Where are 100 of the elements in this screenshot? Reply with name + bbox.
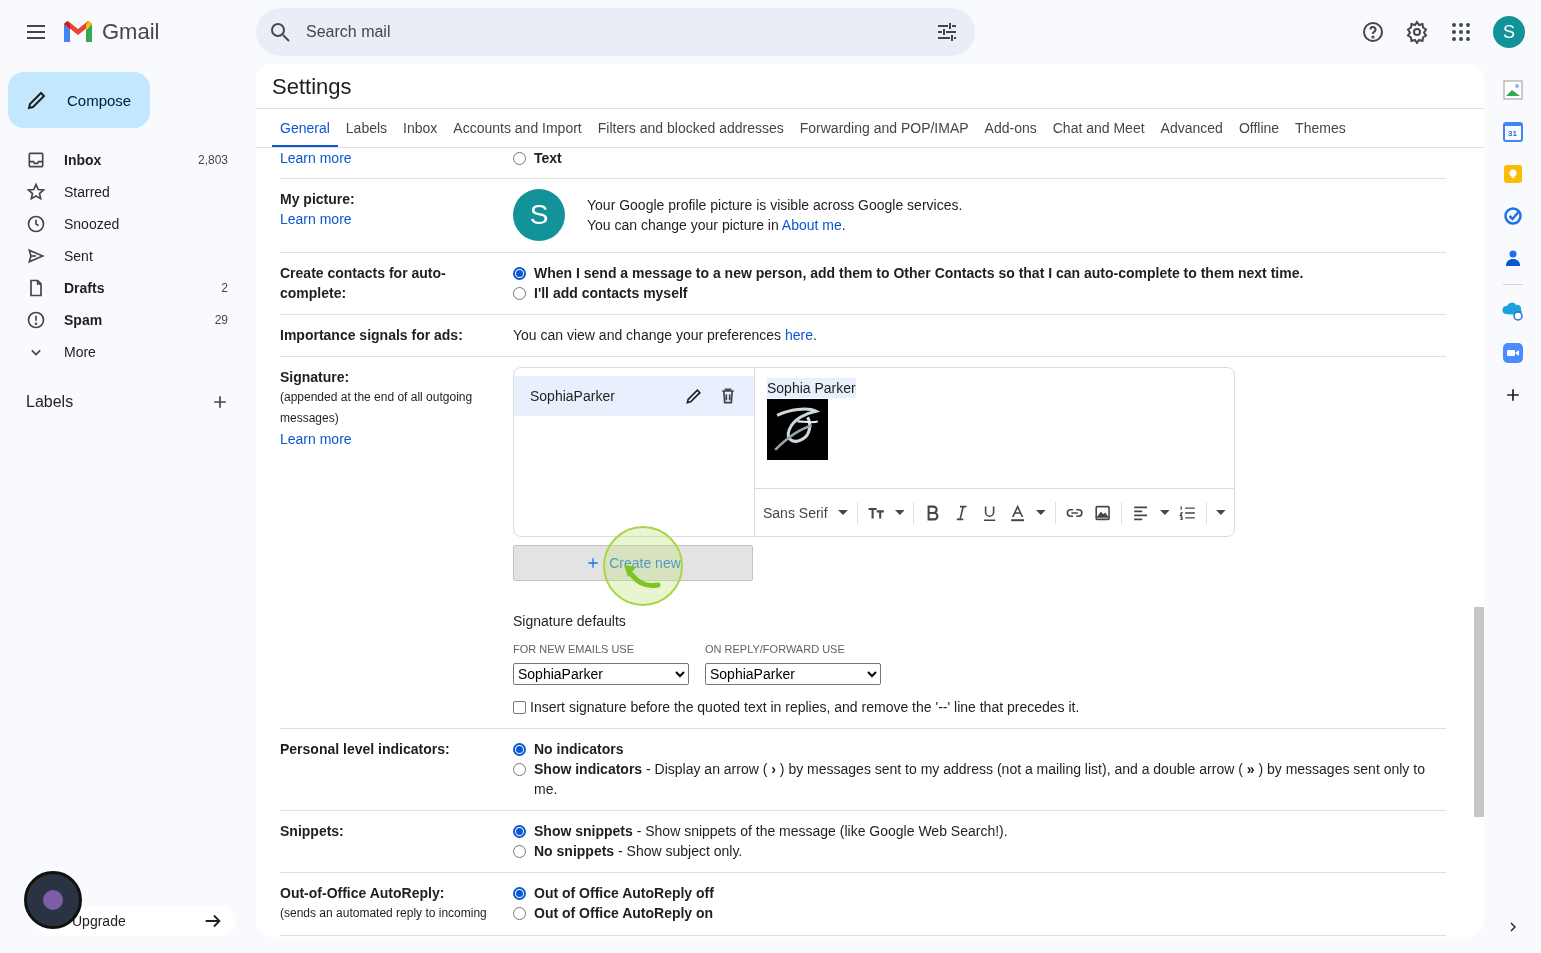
cloud-icon[interactable] [1501,301,1524,321]
help-icon[interactable] [1361,20,1385,44]
settings-tab[interactable]: Inbox [395,109,446,147]
radio-button[interactable] [513,845,526,858]
send-icon [26,246,46,266]
radio-button[interactable] [513,825,526,838]
video-camera-icon[interactable] [1502,343,1523,363]
calendar-icon[interactable]: 31 [1502,122,1523,142]
profile-avatar[interactable]: S [513,189,565,241]
labels-heading: Labels [26,393,74,411]
folder-count: 2 [221,281,228,295]
option-text: No snippets - Show subject only. [534,842,743,861]
folder-item[interactable]: Spam 29 [0,304,256,336]
signature-dropdown[interactable]: SophiaParker [705,663,881,685]
envelope-m-icon[interactable] [62,20,94,44]
pencil-icon[interactable] [684,386,704,406]
checkmark-circle-icon[interactable] [1502,206,1523,226]
option-text: Out of Office AutoReply off [534,884,714,903]
settings-tab[interactable]: Advanced [1152,109,1231,147]
font-dropdown[interactable]: Sans Serif [763,504,848,521]
folder-label: Drafts [64,280,106,296]
learn-more-link[interactable]: Learn more [280,429,493,449]
settings-tab[interactable]: Labels [337,109,396,147]
checkbox[interactable] [513,700,526,714]
settings-tab[interactable]: Accounts and Import [445,109,590,147]
caret-icon[interactable] [1216,510,1227,515]
settings-tab[interactable]: Add-ons [976,109,1045,147]
folder-label: More [64,344,97,360]
settings-icon[interactable] [1405,20,1429,44]
folder-label: Inbox [64,152,103,168]
settings-tab[interactable]: General [272,109,338,147]
option-text: I'll add contacts myself [534,284,688,303]
setting-note: (appended at the end of all outgoing messages) [280,389,474,427]
star-icon [26,182,46,202]
radio-button[interactable] [513,763,526,776]
folder-item[interactable]: Drafts 2 [0,272,256,304]
exclamation-circle-icon [26,310,46,330]
compose-button[interactable]: Compose [8,72,150,128]
option-text: No indicators [534,740,624,759]
inbox-icon [26,150,46,170]
search-field[interactable]: Search mail [256,8,975,56]
link[interactable]: About me [781,217,842,233]
setting-label: Importance signals for ads: [280,326,464,345]
setting-label: Signature: [280,368,351,387]
preference-text: You can view and change your preferences here. [513,326,818,345]
folder-item[interactable]: Starred [0,176,256,208]
settings-tab[interactable]: Chat and Meet [1044,109,1153,147]
search-icon [268,20,292,44]
clock-icon [26,214,46,234]
caret-icon[interactable] [894,510,905,515]
folder-label: Starred [64,184,111,200]
section-heading: Signature defaults [513,612,627,631]
radio-button[interactable] [513,743,526,756]
settings-tab[interactable]: Themes [1287,109,1354,147]
settings-tab[interactable]: Filters and blocked addresses [589,109,792,147]
folder-item[interactable]: Sent [0,240,256,272]
setting-label: Snippets: [280,822,345,841]
scrollbar[interactable] [1474,607,1484,817]
signature-text: Sophia Parker [767,378,856,398]
setting-label: Create contacts for auto-complete: [280,264,447,303]
settings-tab[interactable]: Forwarding and POP/IMAP [791,109,977,147]
page-title: Settings [256,64,1484,109]
setting-label: Out-of-Office AutoReply: [280,884,446,903]
learn-more-link[interactable]: Learn more [280,209,493,229]
link[interactable]: here [784,327,813,343]
upgrade-label: Upgrade [72,913,126,929]
signature-name: SophiaParker [530,388,616,404]
apps-icon[interactable] [1449,20,1473,44]
field-label: FOR NEW EMAILS USE [513,642,636,657]
folder-item[interactable]: Snoozed [0,208,256,240]
folder-label: Spam [64,312,104,328]
option-text: Show snippets - Show snippets of the message (like Google Web Search!). [534,822,1008,841]
folder-item[interactable]: Inbox 2,803 [0,144,256,176]
option-text: Show indicators - Display an arrow ( › ) by messages sent to my address (not a mailing list), and a double arrow ( » ) by messages sent only to me. [534,760,1426,799]
signature-item[interactable]: SophiaParker [514,376,754,416]
setting-label: My picture: [280,190,356,209]
radio-button[interactable] [513,887,526,900]
search-input[interactable]: Search mail [304,22,923,42]
settings-tab[interactable]: Offline [1230,109,1288,147]
caret-icon[interactable] [1159,510,1170,515]
radio-button[interactable] [513,287,526,300]
radio-button[interactable] [513,907,526,920]
picture-info: Your Google profile picture is visible across Google services. [587,196,963,215]
filter-options-icon[interactable] [935,20,959,44]
folder-label: Sent [64,248,94,264]
folder-item[interactable]: More [0,336,256,368]
folder-count: 29 [214,313,228,327]
folder-label: Snoozed [64,216,121,232]
caret-icon[interactable] [837,510,848,515]
field-label: ON REPLY/FORWARD USE [705,642,846,657]
signature-dropdown[interactable]: SophiaParker [513,663,689,685]
product-name: Gmail [102,19,160,45]
radio-button[interactable] [513,152,526,165]
caret-icon[interactable] [1036,510,1046,515]
account-avatar[interactable]: S [1493,16,1525,48]
radio-button[interactable] [513,267,526,280]
checkbox-label: Insert signature before the quoted text in replies, and remove the '--' line that precedes it. [530,698,1080,717]
option-text: Out of Office AutoReply on [534,904,714,923]
picture-change-text: You can change your picture in About me. [587,216,847,235]
learn-more-link[interactable]: Learn more [280,148,493,168]
